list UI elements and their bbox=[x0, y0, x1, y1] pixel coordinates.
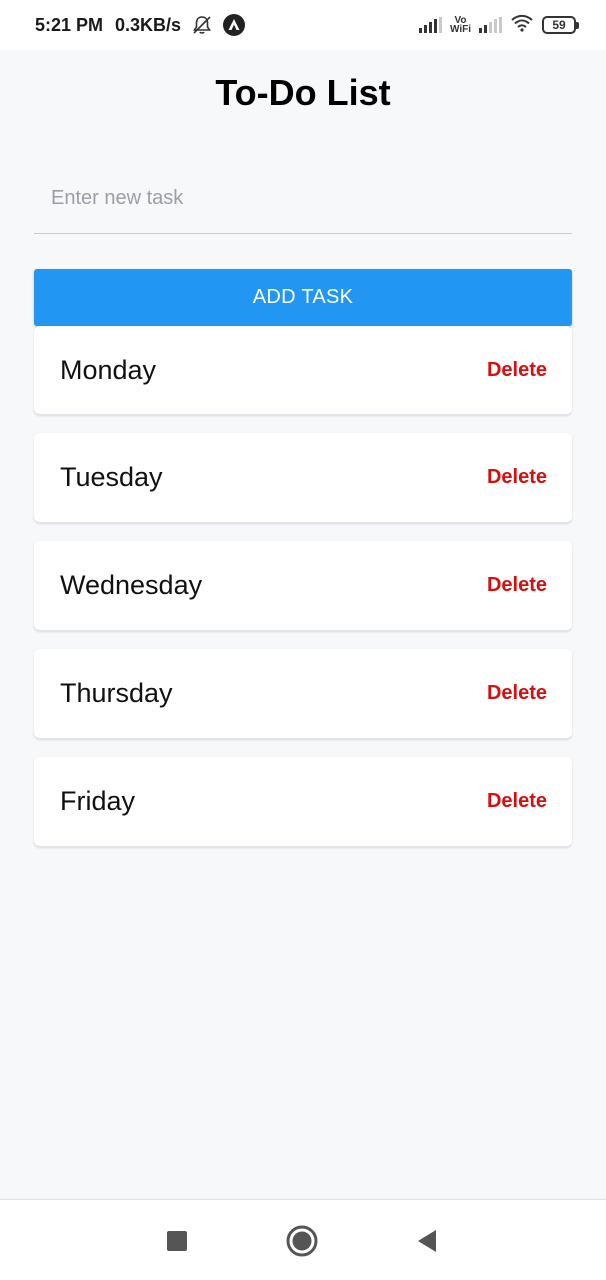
task-item: Tuesday Delete bbox=[34, 433, 572, 523]
recent-apps-icon[interactable] bbox=[164, 1228, 190, 1254]
task-item: Wednesday Delete bbox=[34, 541, 572, 631]
signal-icon-2 bbox=[479, 17, 502, 33]
task-item: Monday Delete bbox=[34, 326, 572, 415]
status-time: 5:21 PM bbox=[35, 14, 104, 35]
status-right: Vo WiFi 59 bbox=[418, 14, 579, 37]
status-left: 5:21 PM 0.3KB/s bbox=[35, 14, 246, 36]
task-label: Wednesday bbox=[60, 570, 203, 600]
app-notification-icon bbox=[223, 14, 246, 36]
task-list: Monday Delete Tuesday Delete Wednesday D… bbox=[34, 326, 572, 865]
delete-button[interactable]: Delete bbox=[487, 359, 547, 382]
add-task-button[interactable]: ADD TASK bbox=[34, 269, 572, 326]
home-icon[interactable] bbox=[286, 1225, 318, 1257]
page-title: To-Do List bbox=[215, 72, 391, 113]
battery-icon: 59 bbox=[542, 16, 579, 34]
task-label: Thursday bbox=[60, 678, 173, 708]
task-label: Friday bbox=[60, 786, 136, 816]
signal-icon bbox=[418, 17, 442, 33]
delete-button[interactable]: Delete bbox=[487, 466, 547, 489]
delete-button[interactable]: Delete bbox=[487, 682, 547, 705]
new-task-input[interactable] bbox=[34, 164, 572, 234]
back-icon[interactable] bbox=[414, 1228, 440, 1254]
status-net-speed: 0.3KB/s bbox=[115, 14, 182, 35]
delete-button[interactable]: Delete bbox=[487, 574, 547, 597]
navigation-bar bbox=[0, 1199, 606, 1280]
bell-off-icon bbox=[191, 14, 213, 36]
battery-level: 59 bbox=[552, 18, 566, 32]
task-item: Friday Delete bbox=[34, 757, 572, 847]
status-bar: 5:21 PM 0.3KB/s Vo WiFi 59 bbox=[0, 0, 606, 50]
task-label: Tuesday bbox=[60, 462, 163, 492]
delete-button[interactable]: Delete bbox=[487, 790, 547, 813]
wifi-icon bbox=[510, 14, 534, 37]
screen: 5:21 PM 0.3KB/s Vo WiFi 59 To-Do List En… bbox=[0, 0, 606, 1280]
task-label: Monday bbox=[60, 354, 157, 385]
vowifi-icon: Vo WiFi bbox=[449, 15, 471, 35]
task-item: Thursday Delete bbox=[34, 649, 572, 739]
